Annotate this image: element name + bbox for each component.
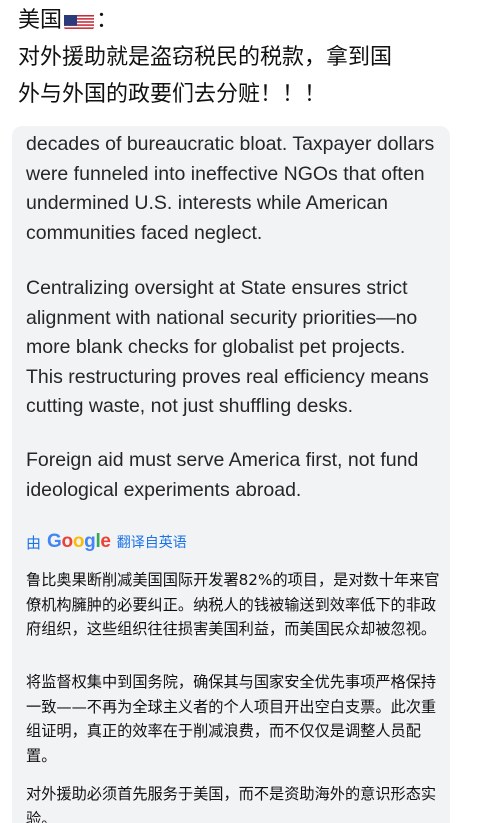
header-suffix: ： (96, 8, 119, 33)
translation-paragraph-3: 对外援助必须首先服务于美国，而不是资助海外的意识形态实验。 (26, 785, 437, 823)
translation-paragraph-1: 鲁比奥果断削减美国国际开发署82%的项目，是对数十年来官僚机构臃肿的必要纠正。纳… (26, 571, 440, 638)
translated-by-label: 由 (26, 533, 42, 552)
tweet-paragraph-1: decades of bureaucratic bloat. Taxpayer … (26, 133, 435, 244)
translated-tweet-card: decades of bureaucratic bloat. Taxpayer … (12, 126, 450, 823)
header-line-1: 对外援助就是盗窃税民的税款，拿到国 (18, 45, 393, 70)
google-logo-icon: Google (47, 531, 111, 552)
us-flag-icon (64, 10, 95, 30)
post-header: 美国 ： 对外援助就是盗窃税民的税款，拿到国 外与外国的政要们去分赃！！！ (18, 2, 468, 113)
translated-from-english-label: 翻译自英语 (116, 535, 187, 551)
header-line-0: 美国 ： (18, 2, 468, 39)
translation-paragraph-2: 将监督权集中到国务院，确保其与国家安全优先事项严格保持一致——不再为全球主义者的… (26, 673, 437, 765)
header-prefix: 美国 (18, 8, 63, 33)
google-translate-attribution[interactable]: 由 Google 翻译自英语 (26, 530, 187, 554)
tweet-paragraph-3: Foreign aid must serve America first, no… (26, 449, 419, 501)
tweet-paragraph-2: Centralizing oversight at State ensures … (26, 277, 429, 417)
header-line-2: 外与外国的政要们去分赃！！！ (18, 82, 327, 107)
